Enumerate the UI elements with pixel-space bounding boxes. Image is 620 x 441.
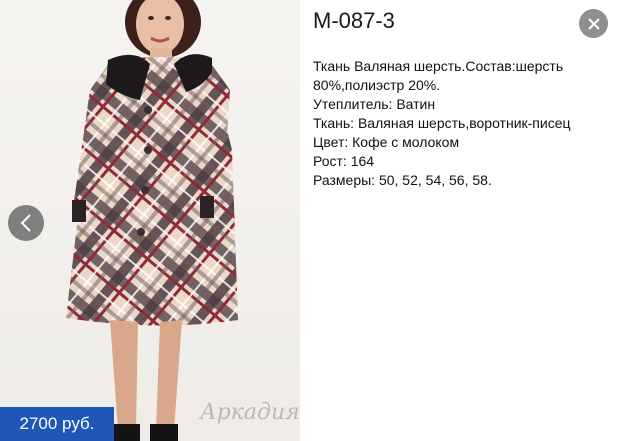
model-in-coat-image [66,0,238,441]
description-line: Утеплитель: Ватин [313,96,436,112]
close-button[interactable] [579,9,608,38]
description-line: Цвет: Кофе с молоком [313,134,460,150]
brand-watermark: Аркадия [200,400,300,425]
description-line: Ткань Валяная шерсть.Состав:шерсть [313,58,564,74]
product-description: Ткань Валяная шерсть.Состав:шерсть 80%,п… [313,57,583,190]
previous-image-button[interactable] [8,205,44,241]
description-line: Рост: 164 [313,153,375,169]
description-line: Ткань: Валяная шерсть,воротник-писец [313,115,571,131]
close-icon [587,17,600,30]
price-badge[interactable]: 2700 руб. [0,407,114,441]
product-code-title: М-087-3 [313,8,395,33]
chevron-left-icon [20,214,31,232]
product-photo: Аркадия [0,0,300,441]
description-line: Размеры: 50, 52, 54, 56, 58. [313,172,492,188]
description-line: 80%,полиэстр 20%. [313,77,441,93]
